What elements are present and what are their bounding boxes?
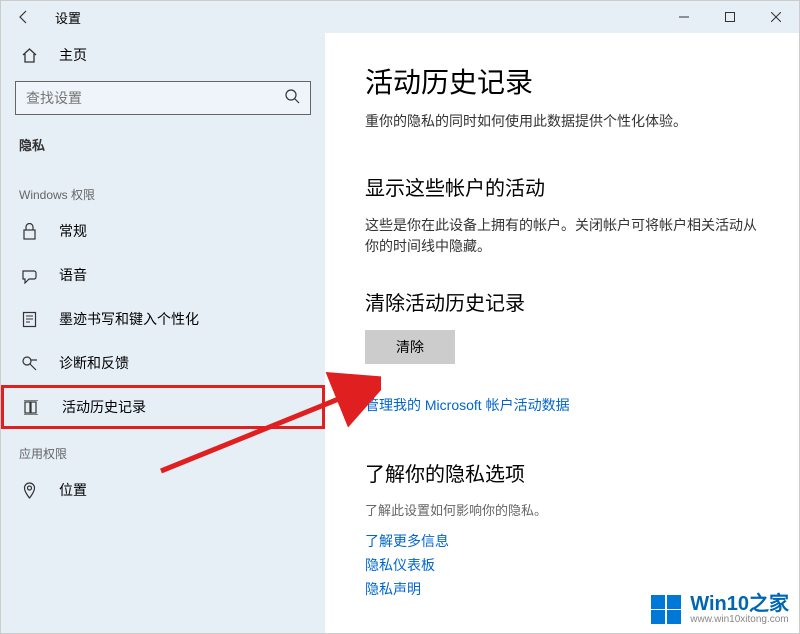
sidebar-subhead-apps: 应用权限 <box>1 429 325 468</box>
arrow-left-icon <box>16 9 32 25</box>
minimize-button[interactable] <box>661 1 707 33</box>
sidebar-item-diagnostics[interactable]: 诊断和反馈 <box>1 341 325 385</box>
titlebar: 设置 <box>1 1 799 33</box>
window-controls <box>661 1 799 33</box>
sidebar-item-speech[interactable]: 语音 <box>1 253 325 297</box>
sidebar-item-general[interactable]: 常规 <box>1 209 325 253</box>
watermark-logo <box>650 594 682 625</box>
lock-icon <box>19 223 39 240</box>
sidebar-item-label: 墨迹书写和键入个性化 <box>59 309 199 329</box>
search-field[interactable] <box>26 90 285 106</box>
search-input[interactable] <box>15 81 311 115</box>
privacy-dashboard-link[interactable]: 隐私仪表板 <box>365 554 759 578</box>
sidebar-item-label: 活动历史记录 <box>62 397 146 417</box>
feedback-icon <box>19 355 39 372</box>
section-privacy-title: 了解你的隐私选项 <box>365 458 759 487</box>
home-icon <box>21 47 41 64</box>
page-subtitle: 重你的隐私的同时如何使用此数据提供个性化体验。 <box>365 111 759 132</box>
back-button[interactable] <box>1 1 47 33</box>
section-accounts-desc: 这些是你在此设备上拥有的帐户。关闭帐户可将帐户相关活动从你的时间线中隐藏。 <box>365 215 759 257</box>
sidebar-item-location[interactable]: 位置 <box>1 468 325 512</box>
sidebar-section-title: 隐私 <box>1 129 325 170</box>
inking-icon <box>19 311 39 328</box>
speech-icon <box>19 267 39 284</box>
sidebar-subhead-windows: Windows 权限 <box>1 170 325 209</box>
content-panel: 活动历史记录 重你的隐私的同时如何使用此数据提供个性化体验。 显示这些帐户的活动… <box>325 33 799 633</box>
clear-button[interactable]: 清除 <box>365 330 455 364</box>
close-button[interactable] <box>753 1 799 33</box>
maximize-icon <box>725 12 735 22</box>
search-icon <box>285 89 300 108</box>
maximize-button[interactable] <box>707 1 753 33</box>
section-accounts-title: 显示这些帐户的活动 <box>365 172 759 201</box>
window-title: 设置 <box>47 8 81 27</box>
page-title: 活动历史记录 <box>365 61 759 101</box>
watermark-url: www.win10xitong.com <box>690 614 789 625</box>
sidebar-item-label: 常规 <box>59 221 87 241</box>
manage-account-link[interactable]: 管理我的 Microsoft 帐户活动数据 <box>365 394 759 418</box>
sidebar: 主页 隐私 Windows 权限 常规 语音 墨迹书写和键 <box>1 33 325 633</box>
watermark: Win10之家 www.win10xitong.com <box>650 594 789 625</box>
watermark-brand: Win10之家 <box>690 594 789 614</box>
close-icon <box>771 12 781 22</box>
location-icon <box>19 482 39 499</box>
sidebar-item-inking[interactable]: 墨迹书写和键入个性化 <box>1 297 325 341</box>
sidebar-item-activity-history[interactable]: 活动历史记录 <box>1 385 325 429</box>
home-label: 主页 <box>59 45 87 65</box>
section-clear-title: 清除活动历史记录 <box>365 287 759 316</box>
home-button[interactable]: 主页 <box>1 33 325 75</box>
activity-icon <box>22 400 42 415</box>
section-privacy-desc: 了解此设置如何影响你的隐私。 <box>365 501 759 521</box>
sidebar-item-label: 位置 <box>59 480 87 500</box>
sidebar-item-label: 诊断和反馈 <box>59 353 129 373</box>
sidebar-item-label: 语音 <box>59 265 87 285</box>
minimize-icon <box>679 12 689 22</box>
learn-more-link[interactable]: 了解更多信息 <box>365 530 759 554</box>
